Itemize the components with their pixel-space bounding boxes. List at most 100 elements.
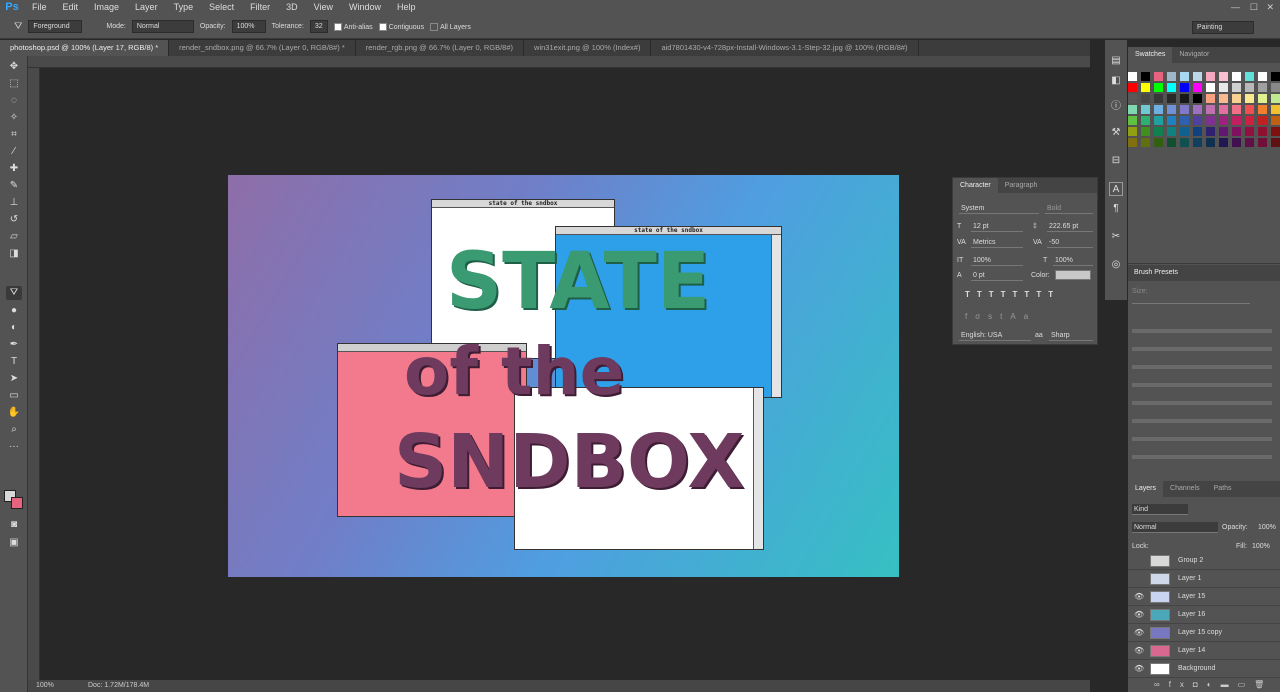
tab-swatches[interactable]: Swatches bbox=[1128, 47, 1173, 63]
color-swatch[interactable] bbox=[1232, 127, 1241, 136]
color-swatch[interactable] bbox=[1167, 94, 1176, 103]
tab-character[interactable]: Character bbox=[953, 178, 998, 193]
opacity-input[interactable]: 100% bbox=[231, 20, 266, 33]
eraser-tool-icon[interactable]: ▱ bbox=[6, 230, 22, 244]
color-swatch[interactable] bbox=[1193, 116, 1202, 125]
character-panel-icon[interactable]: A bbox=[1109, 182, 1123, 196]
kerning-select[interactable]: Metrics bbox=[971, 237, 1023, 248]
visibility-eye-icon[interactable]: 👁 bbox=[1134, 660, 1144, 678]
color-swatch[interactable] bbox=[1193, 72, 1202, 81]
color-swatch[interactable] bbox=[1154, 105, 1163, 114]
color-swatch[interactable] bbox=[1180, 116, 1189, 125]
color-swatch[interactable] bbox=[1258, 127, 1267, 136]
color-swatch[interactable] bbox=[1245, 94, 1254, 103]
color-swatch[interactable] bbox=[1141, 105, 1150, 114]
brush-tool-icon[interactable]: ✎ bbox=[6, 179, 22, 193]
brush-presets-icon[interactable]: ◎ bbox=[1109, 258, 1123, 272]
color-swatch[interactable] bbox=[1141, 83, 1150, 92]
tab-channels[interactable]: Channels bbox=[1163, 481, 1207, 497]
color-swatch[interactable] bbox=[1154, 72, 1163, 81]
color-swatch[interactable] bbox=[1271, 127, 1280, 136]
tab-render-sndbox[interactable]: render_sndbox.png @ 66.7% (Layer 0, RGB/… bbox=[169, 40, 356, 56]
color-swatch[interactable] bbox=[1193, 138, 1202, 147]
paint-bucket-icon[interactable]: ⛛ bbox=[6, 286, 22, 300]
color-swatch[interactable] bbox=[1219, 138, 1228, 147]
color-swatch[interactable] bbox=[1141, 127, 1150, 136]
font-family-select[interactable]: System bbox=[959, 203, 1039, 214]
visibility-eye-icon[interactable]: 👁 bbox=[1134, 606, 1144, 624]
menu-layer[interactable]: Layer bbox=[127, 0, 166, 15]
pen-tool-icon[interactable]: ✒ bbox=[6, 338, 22, 352]
color-swatch[interactable] bbox=[1141, 116, 1150, 125]
healing-brush-icon[interactable]: ✚ bbox=[6, 162, 22, 176]
layer-row[interactable]: Group 2 bbox=[1128, 552, 1280, 570]
brush-panel-icon[interactable]: ✂ bbox=[1109, 230, 1123, 244]
minimize-icon[interactable]: — bbox=[1231, 0, 1240, 15]
color-swatch[interactable] bbox=[1271, 72, 1280, 81]
paragraph-panel-icon[interactable]: ¶ bbox=[1109, 202, 1123, 216]
layer-row[interactable]: Layer 1 bbox=[1128, 570, 1280, 588]
color-swatch[interactable] bbox=[1206, 72, 1215, 81]
maximize-icon[interactable]: ☐ bbox=[1250, 0, 1258, 15]
color-swatch[interactable] bbox=[1154, 83, 1163, 92]
fill-value[interactable]: 100% bbox=[1252, 543, 1270, 550]
color-swatch[interactable] bbox=[1245, 105, 1254, 114]
menu-view[interactable]: View bbox=[306, 0, 341, 15]
antialias-select[interactable]: Sharp bbox=[1049, 330, 1093, 341]
color-swatch[interactable] bbox=[1180, 83, 1189, 92]
tab-paragraph[interactable]: Paragraph bbox=[998, 178, 1045, 193]
color-swatch[interactable] bbox=[1232, 105, 1241, 114]
tab-win31exit[interactable]: win31exit.png @ 100% (Index#) bbox=[524, 40, 652, 56]
quick-mask-icon[interactable]: ◙ bbox=[6, 518, 22, 532]
background-color-swatch[interactable] bbox=[11, 497, 23, 509]
menu-help[interactable]: Help bbox=[389, 0, 424, 15]
tab-paths[interactable]: Paths bbox=[1207, 481, 1239, 497]
tool-presets-icon[interactable]: ⚒ bbox=[1109, 126, 1123, 140]
history-brush-icon[interactable]: ↺ bbox=[6, 213, 22, 227]
color-swatch[interactable] bbox=[1245, 116, 1254, 125]
color-swatch[interactable] bbox=[1154, 127, 1163, 136]
visibility-eye-icon[interactable]: 👁 bbox=[1134, 624, 1144, 642]
blur-tool-icon[interactable]: ● bbox=[6, 304, 22, 318]
document-canvas[interactable]: state of the sndbox state of the sndbox … bbox=[228, 175, 899, 577]
tab-render-rgb[interactable]: render_rgb.png @ 66.7% (Layer 0, RGB/8#) bbox=[356, 40, 525, 56]
type-tool-icon[interactable]: T bbox=[6, 355, 22, 369]
language-select[interactable]: English: USA bbox=[959, 330, 1031, 341]
color-swatch[interactable] bbox=[1258, 116, 1267, 125]
menu-window[interactable]: Window bbox=[341, 0, 389, 15]
color-swatch[interactable] bbox=[1141, 138, 1150, 147]
color-swatch[interactable] bbox=[1154, 94, 1163, 103]
color-swatch[interactable] bbox=[1141, 72, 1150, 81]
layer-row[interactable]: 👁 Layer 14 bbox=[1128, 642, 1280, 660]
color-swatch[interactable] bbox=[1219, 127, 1228, 136]
eyedropper-icon[interactable]: ⁄ bbox=[6, 145, 22, 159]
paint-bucket-tool-icon[interactable]: ⛛ bbox=[14, 21, 22, 32]
menu-filter[interactable]: Filter bbox=[242, 0, 278, 15]
color-swatch[interactable] bbox=[1258, 72, 1267, 81]
font-style-select[interactable]: Bold bbox=[1045, 203, 1093, 214]
path-selection-icon[interactable]: ➤ bbox=[6, 372, 22, 386]
visibility-eye-icon[interactable]: 👁 bbox=[1134, 642, 1144, 660]
tab-navigator[interactable]: Navigator bbox=[1172, 47, 1216, 63]
color-swatch[interactable] bbox=[1128, 83, 1137, 92]
magic-wand-icon[interactable]: ✧ bbox=[6, 111, 22, 125]
menu-image[interactable]: Image bbox=[86, 0, 127, 15]
workspace-select[interactable]: Painting bbox=[1192, 21, 1254, 34]
layer-row[interactable]: 👁 Layer 16 bbox=[1128, 606, 1280, 624]
opentype-buttons[interactable]: fσstAa bbox=[965, 312, 1036, 321]
color-swatch[interactable] bbox=[1180, 105, 1189, 114]
color-swatch[interactable] bbox=[1271, 83, 1280, 92]
shape-tool-icon[interactable]: ▭ bbox=[6, 389, 22, 403]
layer-row[interactable]: 👁 Layer 15 copy bbox=[1128, 624, 1280, 642]
color-swatch[interactable] bbox=[1167, 72, 1176, 81]
all-layers-checkbox[interactable]: All Layers bbox=[430, 22, 471, 31]
color-swatch[interactable] bbox=[1206, 138, 1215, 147]
color-swatch[interactable] bbox=[1206, 127, 1215, 136]
color-swatch[interactable] bbox=[1167, 116, 1176, 125]
color-swatch[interactable] bbox=[1193, 105, 1202, 114]
move-tool-icon[interactable]: ✥ bbox=[6, 60, 22, 74]
color-swatch[interactable] bbox=[1128, 116, 1137, 125]
screen-mode-icon[interactable]: ▣ bbox=[6, 536, 22, 550]
color-swatch[interactable] bbox=[1245, 138, 1254, 147]
menu-select[interactable]: Select bbox=[201, 0, 242, 15]
